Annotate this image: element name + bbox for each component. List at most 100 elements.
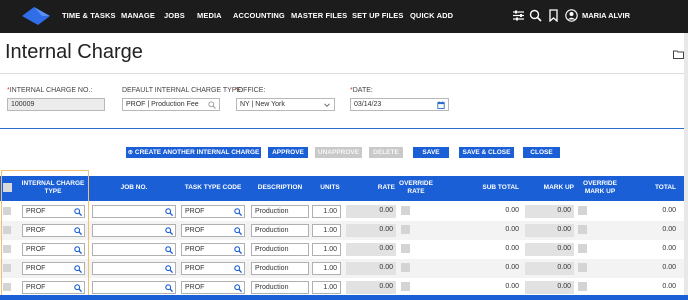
task-type-input[interactable]: PROF	[181, 262, 245, 275]
charge-type-field[interactable]: PROF | Production Fee	[122, 98, 220, 111]
col-sub-total[interactable]: SUB TOTAL	[470, 184, 519, 192]
office-select[interactable]: NY | New York	[236, 98, 335, 111]
search-icon[interactable]	[165, 246, 173, 254]
nav-master-files[interactable]: MASTER FILES	[291, 11, 347, 20]
approve-button[interactable]: APPROVE	[268, 147, 308, 158]
search-icon[interactable]	[165, 227, 173, 235]
job-no-input[interactable]	[92, 262, 176, 275]
units-input[interactable]: 1.00	[312, 224, 341, 237]
search-icon[interactable]	[208, 101, 216, 109]
task-type-input[interactable]: PROF	[181, 243, 245, 256]
save-button[interactable]: SAVE	[413, 147, 449, 158]
task-type-input[interactable]: PROF	[181, 205, 245, 218]
table-row: PROF PROF Production 1.00 0.00 0.00 0.00 0.00	[0, 240, 688, 259]
col-mark-up[interactable]: MARK UP	[527, 184, 574, 192]
description-input[interactable]: Production	[251, 281, 309, 294]
sub-total-value: 0.00	[505, 207, 519, 214]
vertical-scrollbar[interactable]	[684, 33, 688, 295]
close-button[interactable]: CLOSE	[523, 147, 560, 158]
sub-total-value: 0.00	[505, 226, 519, 233]
office-label: *OFFICE:	[235, 87, 266, 94]
search-icon[interactable]	[234, 227, 242, 235]
units-input[interactable]: 1.00	[312, 262, 341, 275]
bookmark-icon[interactable]	[547, 9, 560, 22]
units-input[interactable]: 1.00	[312, 243, 341, 256]
table-row: PROF PROF Production 1.00 0.00 0.00 0.00 0.00	[0, 221, 688, 240]
rate-value: 0.00	[346, 224, 396, 237]
plus-circle-icon: ⊕	[127, 149, 134, 156]
unapprove-button[interactable]: UNAPPROVE	[315, 147, 362, 158]
job-no-input[interactable]	[92, 205, 176, 218]
col-job-no[interactable]: JOB NO.	[92, 184, 176, 192]
description-input[interactable]: Production	[251, 205, 309, 218]
mark-up-value: 0.00	[525, 224, 574, 237]
save-close-button[interactable]: SAVE & CLOSE	[459, 147, 514, 158]
calendar-icon[interactable]	[437, 101, 445, 109]
description-input[interactable]: Production	[251, 262, 309, 275]
override-rate-checkbox[interactable]	[401, 263, 410, 272]
nav-manage[interactable]: MANAGE	[121, 11, 155, 20]
search-icon[interactable]	[165, 265, 173, 273]
job-no-input[interactable]	[92, 281, 176, 294]
sub-total-value: 0.00	[505, 283, 519, 290]
col-task-type[interactable]: TASK TYPE CODE	[180, 184, 246, 192]
user-name[interactable]: MARIA ALVIR	[582, 11, 630, 20]
override-rate-checkbox[interactable]	[401, 282, 410, 291]
task-type-input[interactable]: PROF	[181, 224, 245, 237]
search-icon[interactable]	[529, 9, 542, 22]
section-divider	[0, 128, 688, 129]
mark-up-value: 0.00	[525, 281, 574, 294]
col-rate[interactable]: RATE	[360, 184, 395, 192]
table-row: PROF PROF Production 1.00 0.00 0.00 0.00 0.00	[0, 259, 688, 278]
search-icon[interactable]	[234, 265, 242, 273]
table-footer-bar	[0, 295, 688, 300]
top-nav: TIME & TASKS MANAGE JOBS MEDIA ACCOUNTIN…	[0, 0, 688, 33]
filter-sliders-icon[interactable]	[512, 9, 525, 22]
search-icon[interactable]	[234, 246, 242, 254]
date-field[interactable]: 03/14/23	[350, 98, 449, 111]
total-value: 0.00	[662, 226, 676, 233]
chevron-down-icon	[324, 103, 330, 108]
nav-jobs[interactable]: JOBS	[164, 11, 185, 20]
col-override-mark-up[interactable]: OVERRIDE MARK UP	[578, 180, 622, 196]
col-total[interactable]: TOTAL	[640, 184, 676, 192]
logo-icon[interactable]	[20, 5, 52, 27]
nav-media[interactable]: MEDIA	[197, 11, 222, 20]
charge-no-field: 100009	[7, 98, 105, 111]
search-icon[interactable]	[165, 208, 173, 216]
date-label: *DATE:	[350, 87, 373, 94]
job-no-input[interactable]	[92, 224, 176, 237]
col-override-rate[interactable]: OVERRIDE RATE	[396, 180, 436, 196]
create-another-button[interactable]: ⊕ CREATE ANOTHER INTERNAL CHARGE	[126, 147, 261, 158]
job-no-input[interactable]	[92, 243, 176, 256]
sub-total-value: 0.00	[505, 264, 519, 271]
override-mark-up-checkbox[interactable]	[578, 225, 587, 234]
override-mark-up-checkbox[interactable]	[578, 244, 587, 253]
nav-accounting[interactable]: ACCOUNTING	[233, 11, 285, 20]
description-input[interactable]: Production	[251, 243, 309, 256]
override-rate-checkbox[interactable]	[401, 206, 410, 215]
folder-icon[interactable]	[673, 50, 684, 59]
col-units[interactable]: UNITS	[312, 184, 348, 192]
total-value: 0.00	[662, 245, 676, 252]
task-type-input[interactable]: PROF	[181, 281, 245, 294]
search-icon[interactable]	[165, 284, 173, 292]
description-input[interactable]: Production	[251, 224, 309, 237]
units-input[interactable]: 1.00	[312, 281, 341, 294]
override-rate-checkbox[interactable]	[401, 225, 410, 234]
nav-set-up-files[interactable]: SET UP FILES	[352, 11, 404, 20]
col-description[interactable]: DESCRIPTION	[251, 184, 309, 192]
charge-no-label: *INTERNAL CHARGE NO.:	[7, 87, 93, 94]
override-mark-up-checkbox[interactable]	[578, 263, 587, 272]
total-value: 0.00	[662, 264, 676, 271]
override-rate-checkbox[interactable]	[401, 244, 410, 253]
delete-button[interactable]: DELETE	[369, 147, 403, 158]
user-avatar-icon[interactable]	[565, 9, 578, 22]
units-input[interactable]: 1.00	[312, 205, 341, 218]
nav-quick-add[interactable]: QUICK ADD	[410, 11, 453, 20]
search-icon[interactable]	[234, 284, 242, 292]
override-mark-up-checkbox[interactable]	[578, 206, 587, 215]
nav-time-tasks[interactable]: TIME & TASKS	[62, 11, 116, 20]
search-icon[interactable]	[234, 208, 242, 216]
override-mark-up-checkbox[interactable]	[578, 282, 587, 291]
